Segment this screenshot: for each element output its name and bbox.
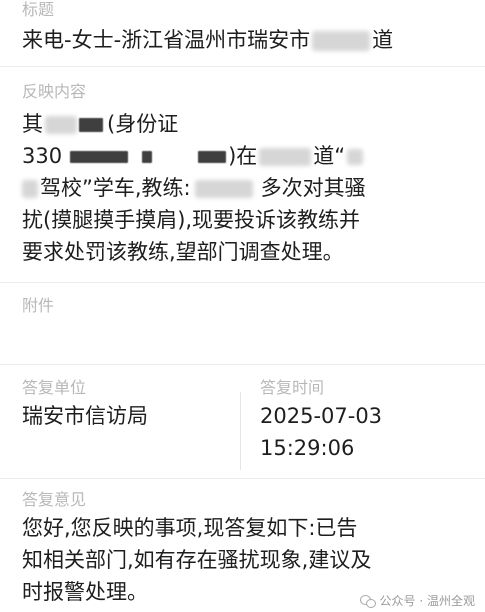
content-line-2-prefix: 330 xyxy=(22,144,63,168)
title-value: 来电-女士-浙江省温州市瑞安市 道 xyxy=(22,24,393,56)
complaint-detail-page: 标题 来电-女士-浙江省温州市瑞安市 道 反映内容 其 (身份证 330 )在 道“ 驾… xyxy=(0,0,485,612)
watermark-text: 公众号 · 温州全观 xyxy=(379,594,475,608)
title-value-suffix: 道 xyxy=(372,28,394,52)
content-line-2-mid: )在 xyxy=(228,144,258,168)
reply-time-time: 15:29:06 xyxy=(260,436,355,460)
reply-unit-value: 瑞安市信访局 xyxy=(22,404,148,428)
reply-unit-label: 答复单位 xyxy=(22,378,87,397)
reply-opinion-line-2: 知相关部门,如有存在骚扰现象,建议及 xyxy=(22,548,372,572)
content-line-3-suffix: 驾校”学车,教练: xyxy=(40,176,191,200)
redaction-blur xyxy=(259,148,312,166)
redaction-bar xyxy=(198,151,227,163)
content-line-3-end: 多次对其骚 xyxy=(260,176,366,200)
reply-time-date: 2025-07-03 xyxy=(260,404,383,428)
divider xyxy=(0,478,485,479)
reply-time-label: 答复时间 xyxy=(260,378,325,397)
attachment-label: 附件 xyxy=(22,296,55,315)
redaction-blur xyxy=(45,116,77,134)
reply-opinion-line-1: 您好,您反映的事项,现答复如下:已告 xyxy=(22,516,358,540)
content-line-1-prefix: 其 xyxy=(22,112,43,136)
reply-opinion-label: 答复意见 xyxy=(22,490,87,509)
content-line-4: 扰(摸腿摸手摸肩),现要投诉该教练并 xyxy=(22,208,361,232)
reply-opinion-line-3: 时报警处理。 xyxy=(22,580,148,604)
title-value-prefix: 来电-女士-浙江省温州市瑞安市 xyxy=(22,28,311,52)
redaction-bar xyxy=(79,118,103,132)
column-divider xyxy=(240,392,241,470)
wechat-icon xyxy=(359,594,376,608)
watermark: 公众号 · 温州全观 xyxy=(359,592,475,609)
content-label: 反映内容 xyxy=(22,82,87,101)
content-line-1: 其 (身份证 xyxy=(22,108,178,140)
redaction-blur xyxy=(194,180,253,198)
divider xyxy=(0,66,485,67)
redaction-blur xyxy=(312,31,371,51)
title-label: 标题 xyxy=(22,0,55,19)
content-line-1-suffix: (身份证 xyxy=(107,112,179,136)
content-line-3: 驾校”学车,教练: 多次对其骚 xyxy=(22,172,366,204)
divider xyxy=(0,282,485,283)
content-line-2-suffix: 道“ xyxy=(313,144,346,168)
redaction-bar xyxy=(142,151,153,163)
redaction-blur xyxy=(22,180,38,198)
redaction-bar xyxy=(70,151,129,163)
content-line-5: 要求处罚该教练,望部门调查处理。 xyxy=(22,240,344,264)
redaction-blur xyxy=(347,149,364,165)
divider xyxy=(0,364,485,365)
content-line-2: 330 )在 道“ xyxy=(22,140,364,172)
